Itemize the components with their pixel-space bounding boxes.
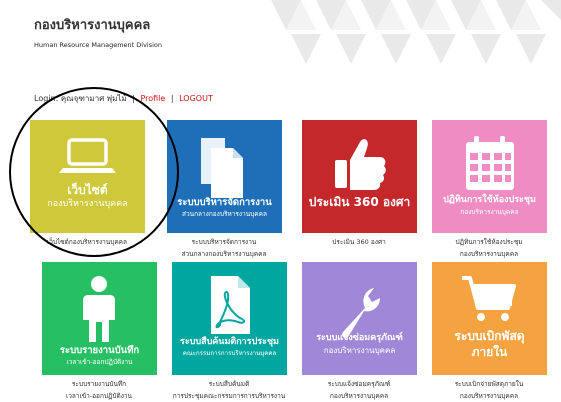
separator: | <box>132 94 135 103</box>
org-subtitle: Human Resource Management Division <box>34 41 163 49</box>
tile-subtitle: คณะกรรมการการบริหารงานบุคคล <box>182 350 277 357</box>
profile-link[interactable]: Profile <box>140 94 165 103</box>
tile-360-evaluation[interactable]: ประเมิน 360 องศา <box>302 120 417 233</box>
tile-caption: เว็บไซต์กองบริหารงานบุคคล <box>46 238 128 246</box>
tile-title: ระบบสืบค้นมติการประชุม <box>179 337 279 347</box>
laptop-icon <box>59 138 116 173</box>
tile-meeting-room-calendar[interactable]: ปฏิทินการใช้ห้องประชุม กองบริหารงานบุคคล <box>432 120 547 233</box>
login-label: Login: <box>34 94 59 103</box>
header: กองบริหารงานบุคคล Human Resource Managem… <box>0 0 561 78</box>
wrench-icon <box>342 288 380 339</box>
login-user-name: คุณจุฑามาศ พุ่มไม้ <box>60 94 127 103</box>
tile-subtitle: กองบริหารงานบุคคล <box>460 208 519 216</box>
tile-subtitle: กองบริหารงานบุคคล <box>47 199 128 209</box>
tile-title: ระบบแจ้งซ่อมครุภัณฑ์ <box>316 333 403 343</box>
tile-central-admin[interactable]: ระบบบริหารจัดการงาน ส่วนกลางกองบริหารงาน… <box>167 120 282 233</box>
tile-caption: ระบบบริหารจัดการงาน ส่วนกลางกองบริหารงานบ… <box>181 238 267 258</box>
thumbs-up-icon <box>335 139 386 190</box>
login-bar: Login: คุณจุฑามาศ พุ่มไม้ | Profile | LO… <box>34 92 213 105</box>
tile-equipment-repair[interactable]: ระบบแจ้งซ่อมครุภัณฑ์ กองบริหารงานบุคคล <box>302 262 417 375</box>
tile-caption: ระบบรายงานบันทึก เวลาเข้า-ออกปฏิบัติงาน <box>65 380 132 400</box>
pdf-document-icon <box>211 276 250 334</box>
tile-subtitle: ภายใน <box>471 345 508 359</box>
header-pattern <box>271 0 561 64</box>
tile-caption: ปฏิทินการใช้ห้องประชุม กองบริหารงานบุคคล <box>455 238 523 258</box>
calendar-icon <box>466 136 514 190</box>
tile-time-attendance[interactable]: ระบบรายงานบันทึก เวลาเข้า-ออกปฏิบัติงาน <box>42 262 157 375</box>
logout-link[interactable]: LOGOUT <box>179 94 213 103</box>
tile-meeting-resolution-search[interactable]: ระบบสืบค้นมติการประชุม คณะกรรมการการบริห… <box>172 262 287 375</box>
tile-title: ระบบรายงานบันทึก <box>59 345 140 356</box>
tile-title: ประเมิน 360 องศา <box>308 195 411 209</box>
tile-title: ระบบบริหารจัดการงาน <box>177 197 272 208</box>
tile-caption: ประเมิน 360 องศา <box>332 238 386 246</box>
tile-caption: ระบบเบิกจ่ายพัสดุภายใน กองบริหารงานบุคคล <box>454 380 524 400</box>
tile-subtitle: กองบริหารงานบุคคล <box>323 346 396 355</box>
tile-caption: ระบบแจ้งซ่อมครุภัณฑ์ กองบริหารงานบุคคล <box>327 380 391 400</box>
tile-title: ปฏิทินการใช้ห้องประชุม <box>443 195 536 205</box>
tile-title: เว็บไซต์ <box>67 183 108 197</box>
tile-caption: ระบบสืบค้นมติ การประชุมคณะกรรมการการบริหา… <box>172 380 286 400</box>
tile-supplies-requisition[interactable]: ระบบเบิกพัสดุ ภายใน <box>432 262 547 375</box>
org-title: กองบริหารงานบุคคล <box>34 18 151 33</box>
tile-subtitle: เวลาเข้า-ออกปฏิบัติงาน <box>66 358 133 366</box>
tile-hr-website[interactable]: เว็บไซต์ กองบริหารงานบุคคล <box>30 120 145 233</box>
tile-title: ระบบเบิกพัสดุ <box>454 329 525 343</box>
separator: | <box>170 94 174 103</box>
tile-subtitle: ส่วนกลางกองบริหารงานบุคคล <box>182 210 267 218</box>
